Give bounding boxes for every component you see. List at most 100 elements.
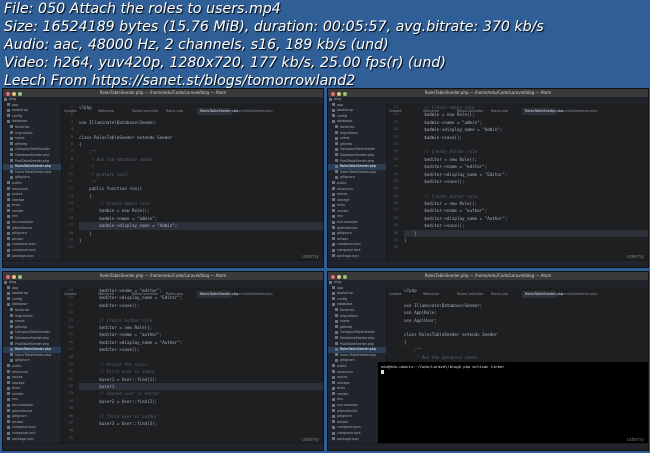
- code-line: use Illuminate\Database\Seeder;: [79, 119, 158, 125]
- file-icon: [7, 226, 10, 230]
- file-icon: [7, 431, 10, 435]
- close-icon[interactable]: [331, 275, 335, 279]
- tree-item-label: CategoryTableSeeder: [15, 330, 51, 335]
- window-title: RolesTableSeeder.php — /home/edu/Code/La…: [328, 272, 648, 280]
- line-number: 23: [68, 317, 73, 322]
- tree-item-label: package.json: [12, 436, 34, 441]
- tree-item-label: composer.lock: [12, 431, 36, 436]
- line-number: 30: [68, 369, 73, 374]
- folder-icon: [7, 192, 10, 196]
- folder-icon: [7, 370, 10, 373]
- file-icon: [7, 425, 10, 429]
- code-area[interactable]: // Create Admin role $admin = new Role()…: [404, 104, 648, 261]
- tree-item-label: config: [12, 113, 23, 118]
- tree-item-label: gitignore: [12, 414, 27, 419]
- file-icon: [332, 420, 335, 424]
- tree-item-label: gitkeep: [15, 324, 28, 329]
- code-editor[interactable]: 13 14 15 16 17 18 19 20 21 22 23 24 25 26 27 28 29 30 31 32…: [386, 104, 648, 261]
- tree-item-label: gitignore: [15, 175, 30, 180]
- line-number: 14: [68, 201, 73, 206]
- tree-item-label: resources: [12, 186, 28, 191]
- maximize-icon[interactable]: [343, 92, 347, 96]
- thumbnail-2[interactable]: RolesTableSeeder.php — /home/edu/Code/La…: [327, 88, 649, 268]
- file-icon: [332, 226, 335, 230]
- tree-item-label: UsersTableSeeder.php: [340, 169, 377, 174]
- code-area[interactable]: <?php use Illuminate\Database\Seeder; clas…: [79, 104, 323, 261]
- tree-item-label: env: [337, 214, 344, 219]
- tree-item-label: DatabaseSeeder.php: [340, 335, 375, 340]
- tree-item-label: migrations: [15, 313, 33, 318]
- minimize-icon[interactable]: [12, 275, 16, 279]
- code-area[interactable]: $editor->name = "editor"; $editor->displ…: [79, 287, 323, 444]
- close-icon[interactable]: [6, 275, 10, 279]
- line-number: 12: [68, 186, 73, 191]
- file-icon: [332, 414, 335, 418]
- folder-icon: [7, 286, 10, 290]
- info-size: Size: 16524189 bytes (15.76 MiB), durati…: [4, 19, 544, 35]
- file-icon: [7, 403, 10, 407]
- tree-item-label: vendor: [337, 391, 349, 396]
- line-number: 31: [68, 376, 73, 381]
- maximize-icon[interactable]: [18, 92, 22, 96]
- folder-icon: [332, 381, 335, 385]
- thumbnail-3[interactable]: RolesTableSeeder.php — /home/edu/Code/La…: [2, 271, 324, 451]
- line-number: 6: [70, 141, 73, 146]
- close-icon[interactable]: [6, 92, 10, 96]
- code-line: class RolesTableSeeder extends Seeder: [79, 134, 173, 140]
- tree-item-label: env.example: [337, 220, 359, 225]
- folder-icon: [7, 187, 10, 190]
- line-number: 4: [70, 127, 73, 132]
- code-line: {: [404, 339, 407, 345]
- file-icon: [335, 353, 338, 357]
- terminal-panel[interactable]: edu@edu-ubuntu:~/Code/Laravel/blog$ php …: [378, 362, 648, 446]
- folder-icon: [335, 319, 338, 323]
- thumbnail-1[interactable]: RolesTableSeeder.php — /home/edu/Code/La…: [2, 88, 324, 268]
- file-icon: [10, 342, 13, 346]
- maximize-icon[interactable]: [18, 275, 22, 279]
- tree-item-label: tests: [12, 386, 21, 391]
- code-line: {: [79, 141, 82, 147]
- file-icon: [332, 220, 335, 224]
- tree-item-label: package.json: [337, 253, 359, 258]
- file-icon: [7, 237, 10, 241]
- tree-item-label: composer.json: [337, 425, 361, 430]
- line-number: 17: [393, 134, 398, 139]
- maximize-icon[interactable]: [343, 275, 347, 279]
- terminal-cursor: [381, 370, 384, 374]
- code-line: $admin->display_name = "Admin";: [79, 222, 323, 230]
- tree-item-label: PostTableSeeder.php: [340, 341, 375, 346]
- folder-icon: [332, 375, 335, 379]
- folder-icon: [7, 103, 10, 107]
- tree-item-label: resources: [337, 186, 353, 191]
- file-icon: [335, 159, 338, 163]
- file-icon: [10, 336, 13, 340]
- code-editor[interactable]: 1 2 3 4 5 6 7 8 9 10 11 12 13 14 15 16 17 18 19 20 <?php use …: [61, 104, 323, 261]
- line-number: 38: [68, 428, 73, 433]
- file-icon: [10, 147, 13, 151]
- tree-item-label: env: [12, 214, 19, 219]
- tree-item-label: seeds: [15, 319, 25, 324]
- tree-item-label: gitattributes: [12, 225, 33, 230]
- minimize-icon[interactable]: [337, 275, 341, 279]
- code-editor[interactable]: 19 20 21 22 23 24 25 26 27 28 29 30 31 32 33 34 35 36 37 38…: [61, 287, 323, 447]
- folder-icon: [332, 103, 335, 107]
- tree-item-label: env.example: [12, 403, 34, 408]
- line-number: 1: [70, 105, 73, 109]
- minimize-icon[interactable]: [12, 92, 16, 96]
- tree-item-label: gitignore: [15, 358, 30, 363]
- tree-item-label: app: [337, 102, 344, 107]
- close-icon[interactable]: [331, 92, 335, 96]
- thumbnail-4[interactable]: RolesTableSeeder.php — /home/edu/Code/La…: [327, 271, 649, 451]
- minimize-icon[interactable]: [337, 92, 341, 96]
- tree-item-label: env.example: [337, 403, 359, 408]
- tree-item-label: gitignore: [12, 231, 27, 236]
- status-bar: [3, 260, 323, 267]
- line-number: [386, 317, 400, 324]
- folder-icon: [332, 209, 335, 213]
- code-line: $editor->name = "editor";: [79, 288, 163, 293]
- file-icon: [332, 437, 335, 441]
